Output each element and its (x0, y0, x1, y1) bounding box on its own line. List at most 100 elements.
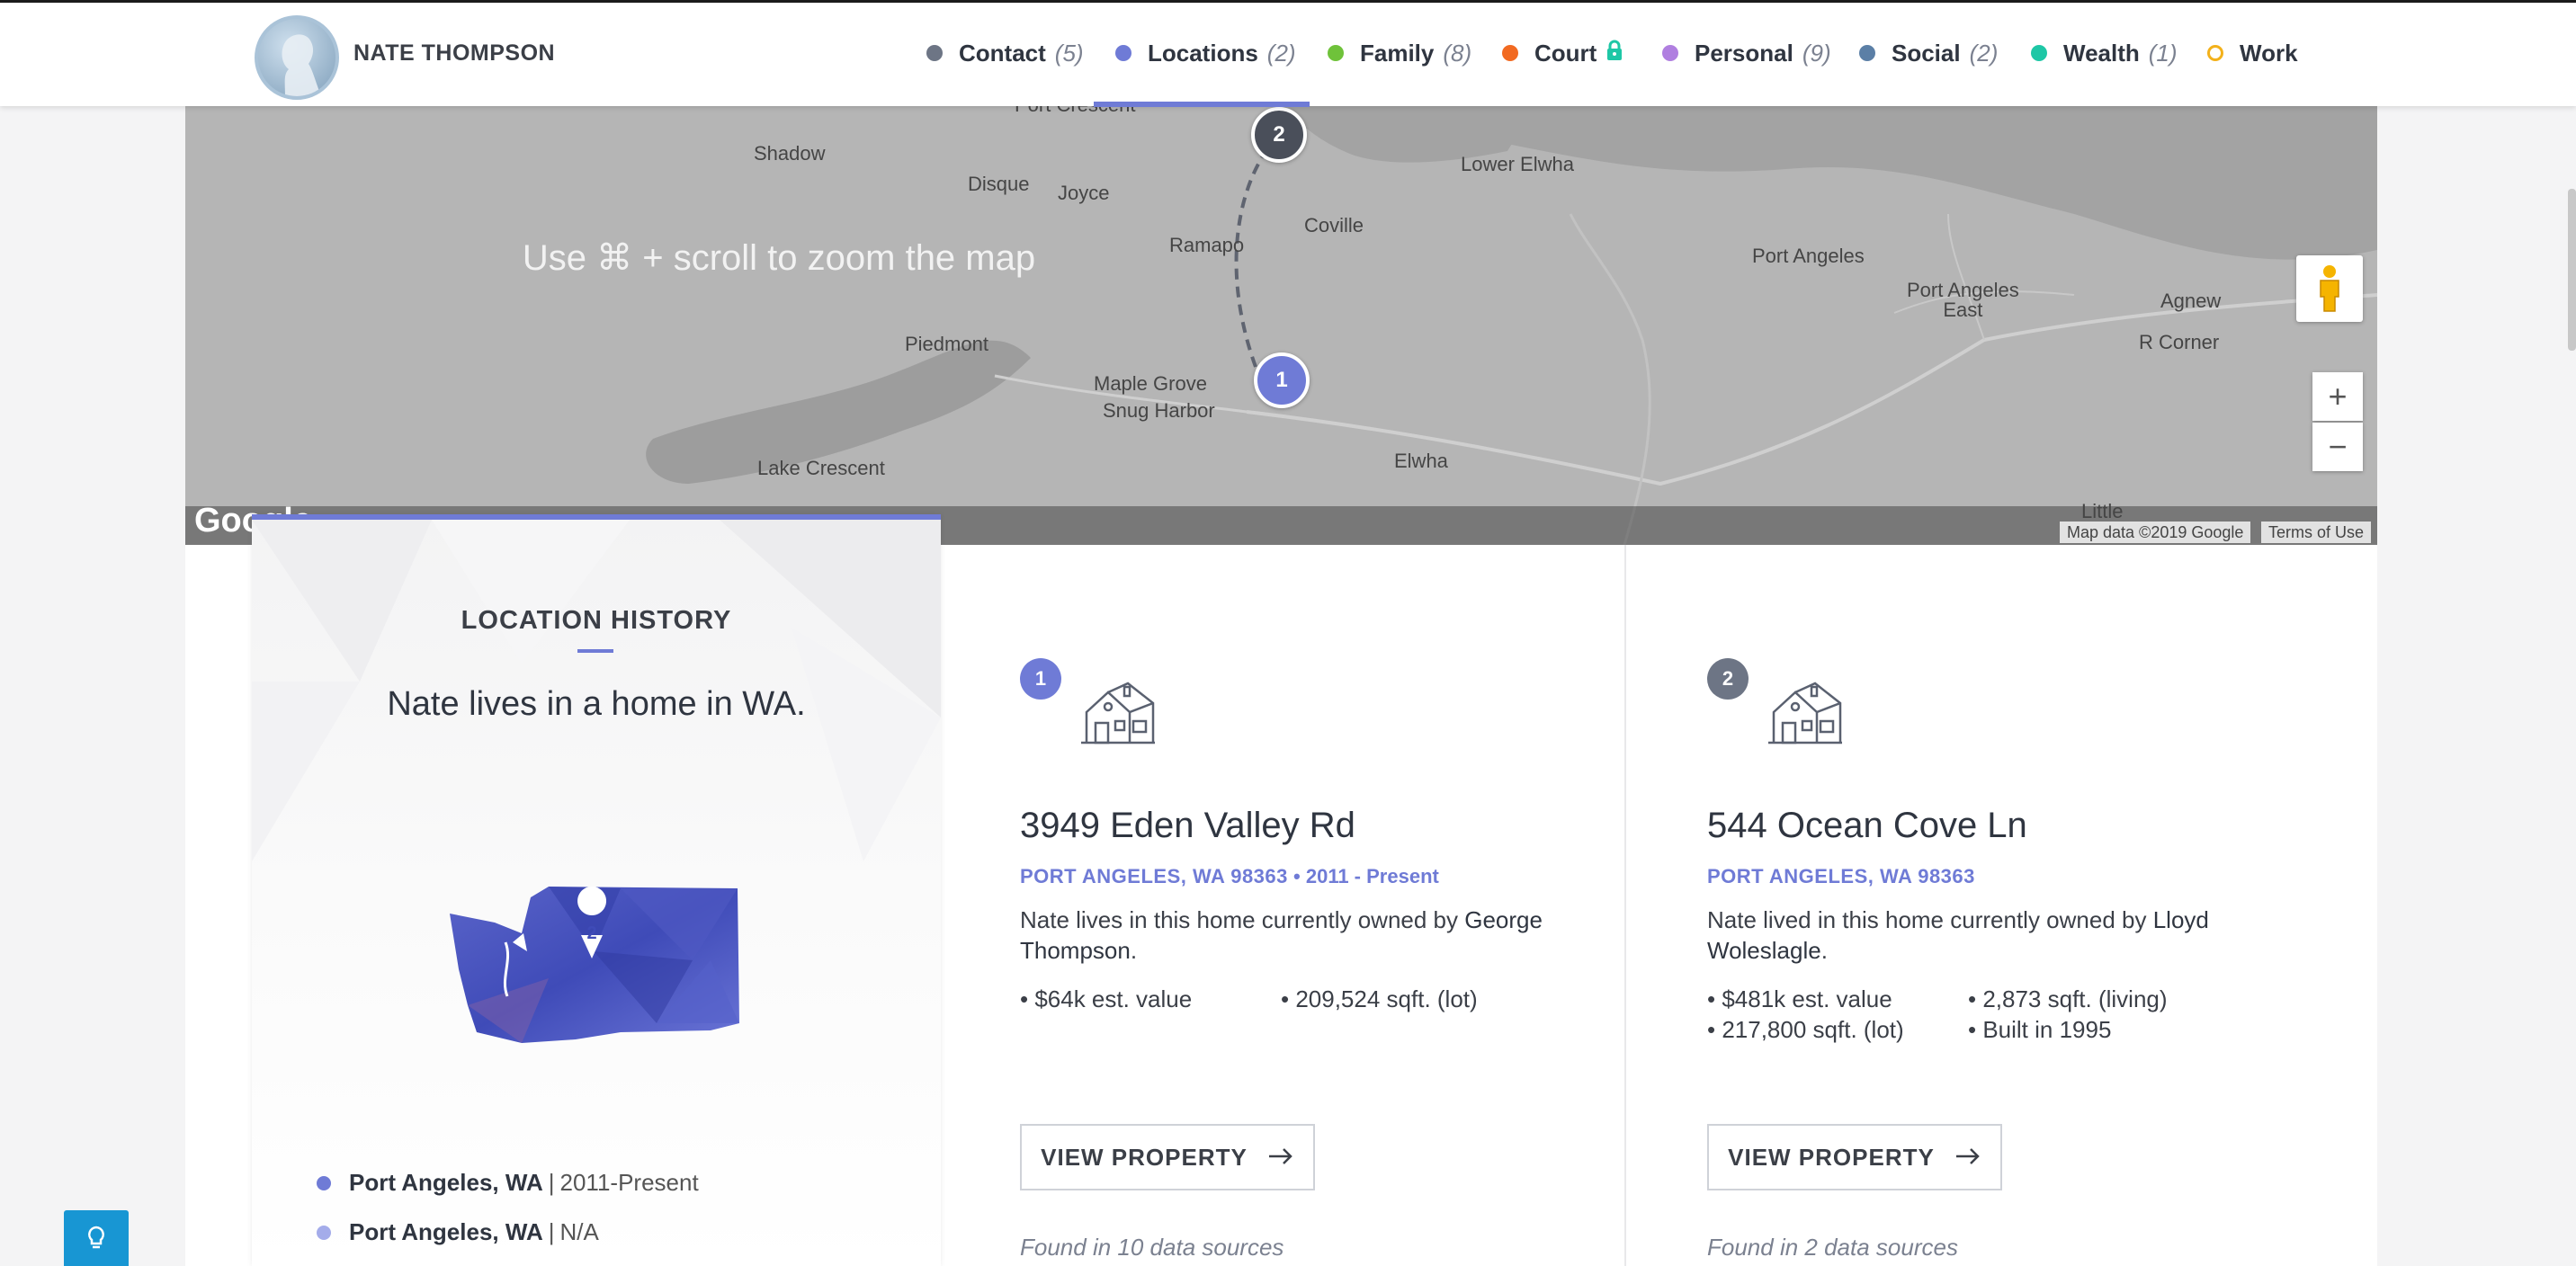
court-dot-icon (1502, 45, 1518, 61)
washington-state-map: 2 (441, 879, 747, 1064)
history-place: Port Angeles, WA (349, 1169, 543, 1196)
map-zoom-hint: Use ⌘ + scroll to zoom the map (522, 238, 1036, 278)
map-label-lower-elwha: Lower Elwha (1461, 153, 1574, 175)
contact-dot-icon (926, 45, 943, 61)
wealth-dot-icon (2031, 45, 2047, 61)
family-dot-icon (1328, 45, 1344, 61)
property-description: Nate lived in this home currently owned … (1707, 906, 2209, 964)
map-label-disque: Disque (968, 173, 1030, 195)
avatar[interactable] (255, 15, 339, 100)
fact-value: • $481k est. value (1707, 985, 1892, 1012)
locations-section: LOCATION HISTORY Nate lives in a home in… (185, 514, 2377, 1266)
location-map[interactable]: Port Crescent Shadow Disque Joyce Ramapo… (185, 106, 2377, 545)
tab-count: (2) (1969, 39, 1999, 67)
bullet-icon (317, 1175, 331, 1190)
description-text: Nate lives in this home currently owned … (1020, 906, 1459, 933)
property-description: Nate lives in this home currently owned … (1020, 906, 1543, 964)
arrow-right-icon (1954, 1144, 1981, 1172)
location-summary: Nate lives in a home in WA. (387, 685, 806, 723)
arrow-right-icon (1267, 1144, 1294, 1172)
person-silhouette-icon (282, 34, 321, 96)
button-label: VIEW PROPERTY (1041, 1143, 1248, 1171)
tab-locations[interactable]: Locations (2) (1115, 35, 1296, 71)
map-attribution: Map data ©2019 Google (2060, 522, 2251, 543)
work-dot-icon (2207, 45, 2223, 61)
profile-name: NATE THOMPSON (353, 40, 556, 66)
location-history-list: Port Angeles, WA | 2011-Present Port Ang… (317, 1158, 699, 1257)
property-city: PORT ANGELES, WA 98363 (1020, 865, 1288, 887)
location-history-title: LOCATION HISTORY (461, 606, 732, 635)
title-rule (577, 649, 613, 653)
fact-lot: • 217,800 sqft. (lot) (1707, 1016, 1904, 1043)
fact-living: • 2,873 sqft. (living) (1968, 985, 2168, 1012)
list-item: Port Angeles, WA | 2011-Present (317, 1158, 699, 1208)
map-pin-1[interactable]: 1 (1254, 352, 1310, 408)
tab-label: Work (2240, 39, 2298, 67)
property-number-badge: 1 (1020, 658, 1061, 700)
map-label-elwha: Elwha (1394, 450, 1448, 472)
property-card-2: 2 544 Ocean Cove Ln PORT ANGELES, WA 983… (1707, 545, 2355, 1266)
tab-label: Court (1534, 39, 1597, 67)
history-separator: | (548, 1218, 555, 1245)
map-terrain (185, 106, 2377, 545)
bullet-icon (317, 1225, 331, 1240)
tab-wealth[interactable]: Wealth (1) (2031, 35, 2178, 71)
map-label-shadow: Shadow (754, 142, 826, 165)
property-city: PORT ANGELES, WA 98363 (1707, 865, 1975, 887)
map-label-port-angeles-east: Port Angeles East (1907, 279, 2019, 321)
map-label-r-corner: R Corner (2139, 331, 2220, 353)
tab-social[interactable]: Social (2) (1859, 35, 1998, 71)
tips-button[interactable] (64, 1210, 129, 1266)
location-history-card: LOCATION HISTORY Nate lives in a home in… (252, 514, 941, 1266)
tab-court[interactable]: Court (1502, 35, 1623, 71)
page-scrollbar[interactable] (2568, 189, 2576, 351)
map-label-maple-grove: Maple Grove (1094, 372, 1207, 395)
state-map-marker: 2 (586, 923, 596, 943)
map-label-port-angeles: Port Angeles (1752, 245, 1865, 267)
fact-value: • $64k est. value (1020, 985, 1193, 1012)
tab-count: (9) (1802, 39, 1831, 67)
zoom-in-button[interactable]: + (2312, 372, 2363, 421)
map-terms-link[interactable]: Terms of Use (2261, 522, 2372, 543)
map-label-little: Little (2081, 500, 2124, 522)
property-number-badge: 2 (1707, 658, 1749, 700)
map-label-piedmont: Piedmont (905, 333, 988, 355)
list-item: Port Angeles, WA | N/A (317, 1208, 699, 1257)
tab-count: (8) (1443, 39, 1472, 67)
zoom-out-button[interactable]: − (2312, 423, 2363, 471)
property-city-line: PORT ANGELES, WA 98363 (1707, 865, 1975, 888)
tab-personal[interactable]: Personal (9) (1662, 35, 1831, 71)
description-text: Nate lived in this home currently owned … (1707, 906, 2147, 933)
tab-count: (5) (1054, 39, 1084, 67)
lock-icon (1606, 40, 1623, 67)
lightbulb-icon (88, 1226, 104, 1249)
property-address: 3949 Eden Valley Rd (1020, 806, 1355, 845)
view-property-button[interactable]: VIEW PROPERTY (1707, 1124, 2002, 1190)
map-label-joyce: Joyce (1058, 182, 1110, 204)
fact-lot: • 209,524 sqft. (lot) (1281, 985, 1478, 1012)
social-dot-icon (1859, 45, 1875, 61)
history-period: N/A (559, 1218, 599, 1245)
history-period: 2011-Present (559, 1169, 699, 1196)
tab-family[interactable]: Family (8) (1328, 35, 1471, 71)
map-label-port-crescent: Port Crescent (1015, 106, 1136, 117)
locations-dot-icon (1115, 45, 1131, 61)
tab-work[interactable]: Work (2207, 35, 2298, 71)
tab-count: (1) (2148, 39, 2178, 67)
view-property-button[interactable]: VIEW PROPERTY (1020, 1124, 1315, 1190)
map-label-snug-harbor: Snug Harbor (1103, 399, 1215, 422)
tab-label: Personal (1695, 39, 1793, 67)
history-separator: | (548, 1169, 555, 1196)
tab-label: Contact (959, 39, 1046, 67)
tab-label: Social (1892, 39, 1961, 67)
street-view-pegman-icon[interactable] (2296, 255, 2363, 322)
button-label: VIEW PROPERTY (1728, 1143, 1935, 1171)
tab-count: (2) (1266, 39, 1296, 67)
personal-dot-icon (1662, 45, 1678, 61)
map-pin-2[interactable]: 2 (1251, 107, 1307, 163)
tab-contact[interactable]: Contact (5) (926, 35, 1084, 71)
history-place: Port Angeles, WA (349, 1218, 543, 1245)
map-label-coville: Coville (1304, 214, 1364, 236)
property-city-line: PORT ANGELES, WA 98363 • 2011 - Present (1020, 865, 1439, 888)
fact-built: • Built in 1995 (1968, 1016, 2112, 1043)
